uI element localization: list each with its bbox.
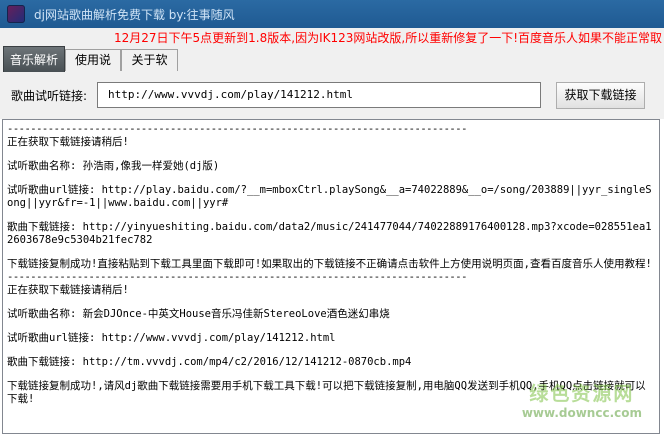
log-line: 歌曲下载链接: http://tm.vvvdj.com/mp4/c2/2016/… [7,356,412,368]
tab-about[interactable]: 关于软件 [121,49,178,88]
log-line: 试听歌曲名称: 孙浩雨,像我一样爱她(dj版) [7,160,220,172]
tab-music-parse[interactable]: 音乐解析 [3,46,65,73]
app-icon [7,5,25,23]
log-line: 正在获取下载链接请稍后! [7,284,129,296]
url-label: 歌曲试听链接: [11,89,88,103]
url-panel: 歌曲试听链接: http://www.vvvdj.com/play/141212… [0,72,664,119]
log-line: 试听歌曲url链接: http://play.baidu.com/?__m=mb… [7,184,652,209]
tab-bar: 音乐解析 使用说明 关于软件 [0,46,664,88]
url-input[interactable]: http://www.vvvdj.com/play/141212.html [97,82,541,108]
update-notice: 12月27日下午5点更新到1.8版本,因为IK123网站改版,所以重新修复了一下… [0,28,664,46]
log-separator: ----------------------------------------… [7,123,467,135]
watermark: 绿色资源网 www.downcc.com [522,379,642,420]
title-bar[interactable]: dj网站歌曲解析免费下载 by:往事随风 [0,0,664,28]
log-line: 试听歌曲名称: 新会DJOnce-中英文House音乐冯佳新StereoLove… [7,308,390,320]
update-notice-text: 12月27日下午5点更新到1.8版本,因为IK123网站改版,所以重新修复了一下… [114,31,663,45]
watermark-url: www.downcc.com [521,406,642,420]
log-line: 正在获取下载链接请稍后! [7,136,129,148]
log-line: 下载链接复制成功!直接粘贴到下载工具里面下载即可!如果取出的下载链接不正确请点击… [7,258,652,270]
tab-instructions[interactable]: 使用说明 [65,49,121,88]
get-download-link-button[interactable]: 获取下载链接 [556,82,645,109]
log-separator: ----------------------------------------… [7,271,467,283]
log-line: 试听歌曲url链接: http://www.vvvdj.com/play/141… [7,332,336,344]
watermark-text: 绿色资源网 [529,383,635,405]
log-line: 歌曲下载链接: http://yinyueshiting.baidu.com/d… [7,221,652,246]
window-title: dj网站歌曲解析免费下载 by:往事随风 [34,8,235,22]
